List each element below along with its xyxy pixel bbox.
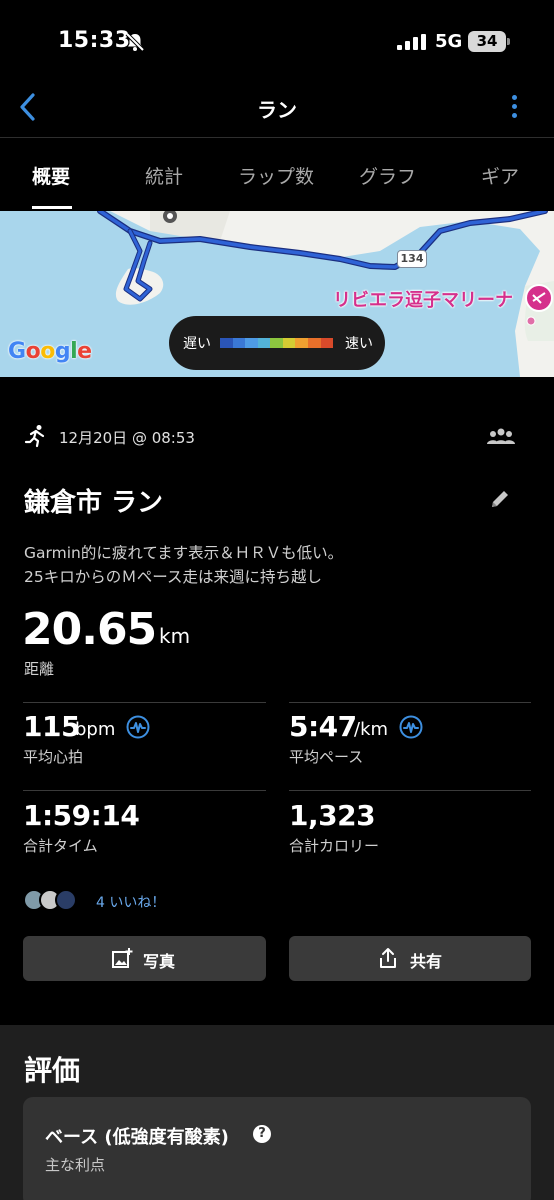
speed-swatch [245,338,258,348]
active-tab-indicator [32,206,72,209]
evaluation-section: 評価 ベース (低強度有酸素) ? 主な利点 [0,1025,554,1200]
share-icon [380,948,396,968]
pace-pulse-icon[interactable] [399,715,423,739]
evaluation-card[interactable]: ベース (低強度有酸素) ? 主な利点 [23,1097,531,1200]
map-poi-label[interactable]: リビエラ逗子マリーナ [333,286,513,312]
heart-rate-value: 115 [23,710,80,743]
heart-rate-pulse-icon[interactable] [126,715,150,739]
speed-swatch [307,338,321,348]
divider [289,702,531,703]
speed-swatch [320,338,334,348]
activity-title: 鎌倉市 ラン [24,488,164,518]
speed-swatch [282,338,296,348]
evaluation-card-title: ベース (低強度有酸素) [45,1127,229,1148]
status-time: 15:33 [58,28,131,53]
activity-meta: 12月20日 @ 08:53 [24,424,524,450]
liker-avatars[interactable] [23,889,79,913]
nav-bar: ラン [0,80,554,138]
bell-off-icon [125,32,145,52]
speed-fast-label: 速い [345,336,373,352]
help-icon[interactable]: ? [253,1125,271,1143]
pace-label: 平均ペース [289,748,364,766]
tab-graph[interactable]: グラフ [359,162,416,189]
network-label: 5G [435,31,463,52]
divider [289,790,531,791]
divider [23,702,266,703]
calories-value: 1,323 [289,799,376,832]
signal-icon [397,34,426,50]
edit-pencil-icon[interactable] [488,487,512,511]
add-photo-icon [112,948,133,968]
speed-gradient [220,338,334,348]
evaluation-heading: 評価 [24,1054,81,1087]
running-icon [24,425,45,448]
pace-value: 5:47 [289,710,357,743]
tab-stats[interactable]: 統計 [145,162,183,189]
tab-bar: 概要 統計 ラップ数 グラフ ギア [0,139,554,211]
share-label: 共有 [410,952,443,971]
avatar [55,889,77,911]
likes-count[interactable]: 4 いいね！ [96,892,165,912]
battery-icon: 34 [468,31,506,52]
evaluation-card-subtitle: 主な利点 [45,1156,106,1174]
google-logo: Google [8,339,92,364]
tab-overview[interactable]: 概要 [32,162,70,189]
notes-line-2: 25キロからのＭペース走は来週に持ち越し [24,568,322,586]
tab-laps[interactable]: ラップ数 [238,162,314,189]
share-button[interactable]: 共有 [289,936,531,981]
activity-date: 12月20日 @ 08:53 [59,429,195,447]
calories-label: 合計カロリー [289,837,380,855]
page-title: ラン [257,98,297,122]
route-shield: 134 [397,250,427,268]
speed-swatch [232,338,246,348]
add-photo-label: 写真 [143,952,176,971]
more-options-icon[interactable] [504,92,524,122]
group-icon[interactable] [486,426,516,446]
notes-line-1: Garmin的に疲れてます表示＆ＨＲＶも低い。 [24,544,344,562]
distance-label: 距離 [24,660,55,678]
speed-swatch [270,338,283,348]
speed-slow-label: 遅い [183,336,211,352]
heart-rate-unit: bpm [75,719,116,740]
speed-legend: 遅い 速い [169,316,385,370]
pace-unit: /km [354,719,389,740]
add-photo-button[interactable]: 写真 [23,936,266,981]
heart-rate-label: 平均心拍 [23,748,84,766]
divider [23,790,266,791]
activity-notes: Garmin的に疲れてます表示＆ＨＲＶも低い。 25キロからのＭペース走は来週に… [24,541,343,589]
status-bar: 15:33 5G 34 [0,0,554,80]
total-time-value: 1:59:14 [23,799,140,832]
speed-swatch [295,338,308,348]
distance-unit: km [159,624,191,648]
distance-value: 20.65 [22,604,157,655]
tab-gear[interactable]: ギア [481,162,519,189]
total-time-label: 合計タイム [23,837,98,855]
speed-swatch [220,338,233,348]
speed-swatch [257,338,271,348]
battery-nub [507,38,510,45]
